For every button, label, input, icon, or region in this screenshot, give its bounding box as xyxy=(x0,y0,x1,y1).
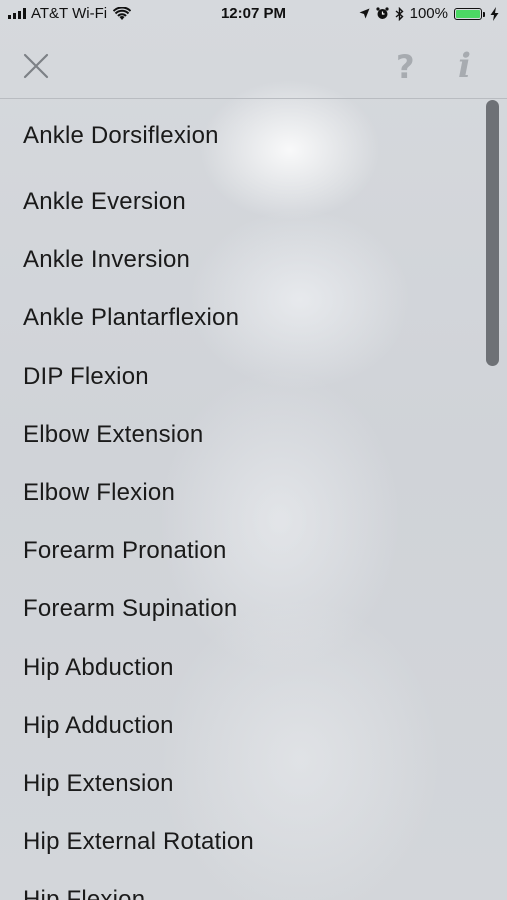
navigation-bar: ? i xyxy=(0,28,507,98)
list-item[interactable]: Hip Flexion xyxy=(0,863,507,900)
bluetooth-icon xyxy=(395,6,404,21)
list-item[interactable]: Ankle Eversion xyxy=(0,165,507,223)
list-item[interactable]: Forearm Pronation xyxy=(0,514,507,572)
list-item[interactable]: Hip Extension xyxy=(0,747,507,805)
status-bar: AT&T Wi-Fi 12:07 PM 100% xyxy=(0,0,507,28)
list-item[interactable]: Forearm Supination xyxy=(0,572,507,630)
list-item[interactable]: DIP Flexion xyxy=(0,340,507,398)
battery-icon xyxy=(454,7,485,20)
scrollbar[interactable] xyxy=(486,100,499,366)
list-item[interactable]: Hip Adduction xyxy=(0,689,507,747)
close-icon[interactable] xyxy=(22,52,50,80)
charging-icon xyxy=(490,6,499,21)
status-right: 100% xyxy=(359,5,499,22)
list-item[interactable]: Ankle Plantarflexion xyxy=(0,281,507,339)
list-item[interactable]: Ankle Inversion xyxy=(0,223,507,281)
info-button[interactable]: i xyxy=(458,46,471,86)
location-icon xyxy=(359,8,370,19)
list-item[interactable]: Elbow Flexion xyxy=(0,456,507,514)
list-item[interactable]: Elbow Extension xyxy=(0,398,507,456)
battery-percent: 100% xyxy=(409,5,448,22)
list-item[interactable]: Hip External Rotation xyxy=(0,805,507,863)
motion-list: Ankle Dorsiflexion Ankle Eversion Ankle … xyxy=(0,99,507,900)
list-item[interactable]: Ankle Dorsiflexion xyxy=(0,99,507,165)
alarm-icon xyxy=(376,7,389,19)
list-item[interactable]: Hip Abduction xyxy=(0,631,507,689)
help-button[interactable]: ? xyxy=(396,48,415,86)
